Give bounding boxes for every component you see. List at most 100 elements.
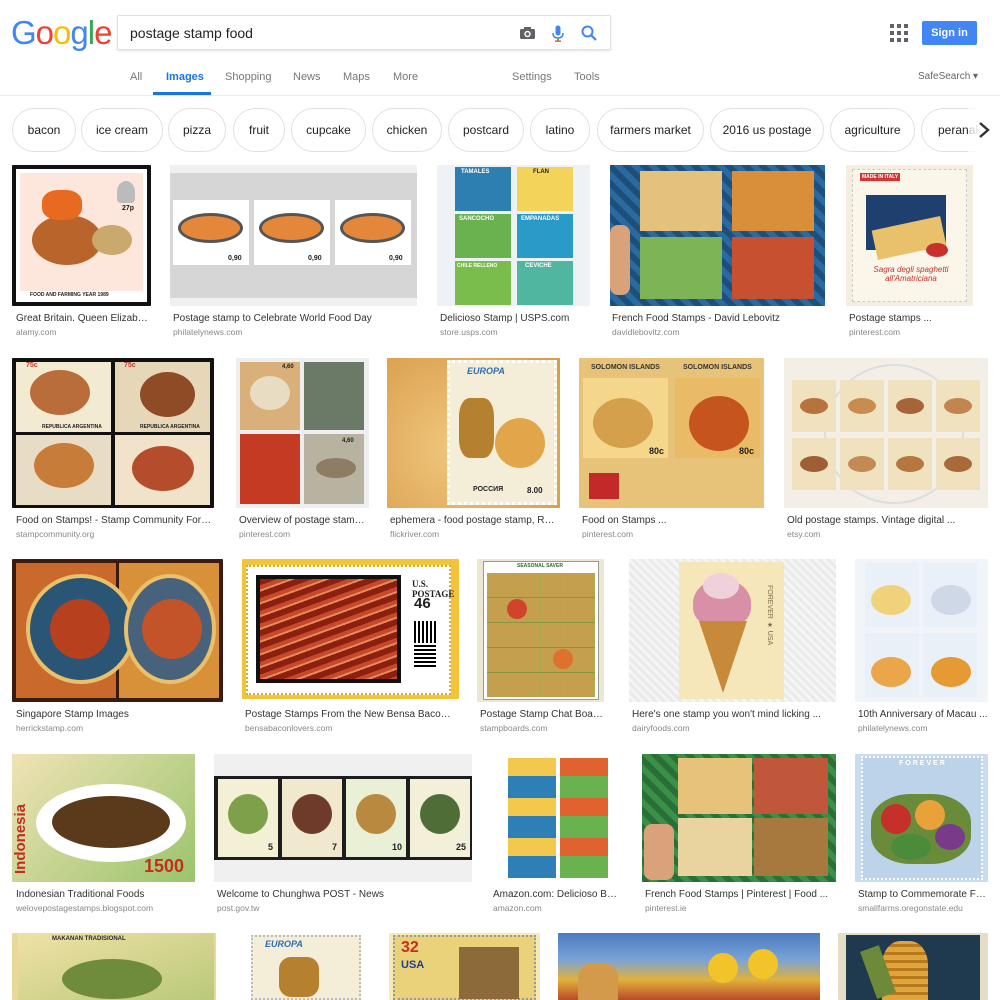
microphone-icon[interactable] bbox=[547, 22, 569, 44]
search-icon[interactable] bbox=[578, 22, 600, 44]
stamp-caption: FOOD AND FARMING YEAR 1989 bbox=[30, 292, 109, 298]
stamp-caption: EMPANADAS bbox=[521, 216, 560, 222]
chip-postcard[interactable]: postcard bbox=[448, 108, 524, 152]
stamp-caption: CHILE RELLENO bbox=[457, 263, 498, 269]
image-result[interactable]: Old postage stamps. Vintage digital ... … bbox=[784, 358, 988, 542]
tab-shopping[interactable]: Shopping bbox=[225, 71, 272, 83]
result-title[interactable]: Delicioso Stamp | USPS.com bbox=[440, 313, 590, 324]
tab-news[interactable]: News bbox=[293, 71, 321, 83]
search-box bbox=[117, 15, 611, 50]
image-result[interactable]: Amazon.com: Delicioso Bo... amazon.com bbox=[490, 754, 623, 916]
image-result[interactable]: 32 USA bbox=[389, 933, 541, 1000]
google-logo[interactable]: Google bbox=[11, 14, 112, 52]
result-title[interactable]: 10th Anniversary of Macau ... bbox=[858, 709, 988, 720]
stamp-caption: Sagra degli spaghetti all'Amatriciana bbox=[873, 265, 949, 283]
chip-bacon[interactable]: bacon bbox=[12, 108, 76, 152]
result-title[interactable]: Here's one stamp you won't mind licking … bbox=[632, 709, 832, 720]
result-thumbnail: U.S. POSTAGE 46 bbox=[242, 559, 459, 699]
result-source: etsy.com bbox=[787, 529, 821, 539]
image-result[interactable]: French Food Stamps | Pinterest | Food ..… bbox=[642, 754, 837, 916]
tab-maps[interactable]: Maps bbox=[343, 71, 370, 83]
image-result[interactable]: EUROPA bbox=[239, 933, 372, 1000]
chip-cupcake[interactable]: cupcake bbox=[291, 108, 366, 152]
result-source: welovepostagestamps.blogspot.com bbox=[16, 903, 154, 913]
tab-images[interactable]: Images bbox=[166, 71, 204, 83]
chip-agriculture[interactable]: agriculture bbox=[830, 108, 915, 152]
image-result[interactable]: Singapore Stamp Images herrickstamp.com bbox=[12, 559, 224, 737]
chip-2016-us-postage[interactable]: 2016 us postage bbox=[710, 108, 824, 152]
stamp-value: 0,90 bbox=[389, 255, 403, 262]
tab-more[interactable]: More bbox=[393, 71, 418, 83]
settings-link[interactable]: Settings bbox=[512, 71, 552, 83]
image-result[interactable]: MADE IN ITALY Sagra degli spaghetti all'… bbox=[846, 165, 973, 340]
result-title[interactable]: Overview of postage stamp... bbox=[239, 515, 367, 526]
image-result[interactable]: Indonesia 1500 Indonesian Traditional Fo… bbox=[12, 754, 196, 916]
result-title[interactable]: French Food Stamps | Pinterest | Food ..… bbox=[645, 889, 833, 900]
search-input[interactable] bbox=[130, 16, 500, 49]
stamp-caption: MAKANAN TRADISIONAL bbox=[52, 936, 126, 942]
result-title[interactable]: Postage Stamp Chat Board ... bbox=[480, 709, 604, 720]
image-result[interactable]: MAKANAN TRADISIONAL bbox=[12, 933, 217, 1000]
result-thumbnail bbox=[855, 559, 988, 702]
result-title[interactable]: Food on Stamps ... bbox=[582, 515, 762, 526]
image-result[interactable]: 4,60 4,60 Overview of postage stamp... p… bbox=[236, 358, 369, 542]
image-result[interactable]: 0,90 0,90 0,90 Postage stamp to Celebrat… bbox=[170, 165, 418, 340]
image-result[interactable]: SEASONAL SAVER Postage Stamp Chat Board … bbox=[477, 559, 605, 737]
result-title[interactable]: Postage Stamps From the New Bensa Bacon … bbox=[245, 709, 455, 720]
related-searches-bar: bacon ice cream pizza fruit cupcake chic… bbox=[0, 96, 1000, 164]
stamp-value: 80c bbox=[739, 446, 755, 456]
result-thumbnail bbox=[610, 165, 825, 306]
result-title[interactable]: Food on Stamps! - Stamp Community Forum.… bbox=[16, 515, 216, 526]
stamp-value: 7 bbox=[332, 842, 338, 852]
image-result[interactable]: SOLOMON ISLANDS SOLOMON ISLANDS 80c 80c … bbox=[579, 358, 765, 542]
stamp-caption: FLAN bbox=[533, 169, 549, 175]
image-result[interactable]: EUROPA РОССИЯ 8.00 ephemera - food posta… bbox=[387, 358, 561, 542]
image-result[interactable]: 75c 75c REPUBLICA ARGENTINA REPUBLICA AR… bbox=[12, 358, 216, 542]
sign-in-button[interactable]: Sign in bbox=[922, 21, 977, 45]
result-title[interactable]: Postage stamp to Celebrate World Food Da… bbox=[173, 313, 413, 324]
result-title[interactable]: Old postage stamps. Vintage digital ... bbox=[787, 515, 985, 526]
image-result[interactable]: FOOD AND FARMING YEAR 1989 27p Great Bri… bbox=[12, 165, 152, 340]
image-result[interactable]: FOREVER ★ USA Here's one stamp you won't… bbox=[629, 559, 837, 737]
image-result[interactable]: TAMALES FLAN SANCOCHO EMPANADAS CHILE RE… bbox=[437, 165, 590, 340]
result-source: pinterest.com bbox=[582, 529, 634, 539]
result-thumbnail bbox=[490, 754, 623, 882]
apps-grid-icon[interactable] bbox=[890, 24, 908, 42]
tab-all[interactable]: All bbox=[130, 71, 142, 83]
result-source: herrickstamp.com bbox=[16, 723, 84, 733]
chip-pizza[interactable]: pizza bbox=[168, 108, 226, 152]
stamp-value: 75c bbox=[26, 362, 38, 369]
result-source: pinterest.com bbox=[239, 529, 291, 539]
chip-fruit[interactable]: fruit bbox=[233, 108, 285, 152]
chip-chicken[interactable]: chicken bbox=[372, 108, 442, 152]
image-result[interactable]: 10th Anniversary of Macau ... philatelyn… bbox=[855, 559, 988, 737]
result-title[interactable]: Amazon.com: Delicioso Bo... bbox=[493, 889, 619, 900]
result-title[interactable]: French Food Stamps - David Lebovitz bbox=[612, 313, 822, 324]
result-title[interactable]: ephemera - food postage stamp, Rus... bbox=[390, 515, 558, 526]
result-source: pinterest.com bbox=[849, 327, 901, 337]
tools-link[interactable]: Tools bbox=[574, 71, 600, 83]
image-result[interactable] bbox=[838, 933, 988, 1000]
chip-farmers-market[interactable]: farmers market bbox=[597, 108, 704, 152]
result-title[interactable]: Welcome to Chunghwa POST - News bbox=[217, 889, 467, 900]
result-title[interactable]: Singapore Stamp Images bbox=[16, 709, 221, 720]
chip-latino[interactable]: latino bbox=[530, 108, 590, 152]
chevron-right-icon[interactable] bbox=[968, 108, 1000, 152]
result-title[interactable]: Stamp to Commemorate Fa... bbox=[858, 889, 988, 900]
safesearch-dropdown[interactable]: SafeSearch ▾ bbox=[918, 71, 978, 82]
result-thumbnail: TAMALES FLAN SANCOCHO EMPANADAS CHILE RE… bbox=[437, 165, 590, 306]
camera-icon[interactable] bbox=[516, 22, 538, 44]
image-result[interactable]: U.S. POSTAGE 46 Postage Stamps From the … bbox=[242, 559, 459, 737]
logo-letter: G bbox=[11, 14, 37, 51]
result-title[interactable]: Great Britain. Queen Elizabet... bbox=[16, 313, 151, 324]
chip-ice-cream[interactable]: ice cream bbox=[81, 108, 163, 152]
stamp-caption: USA bbox=[401, 959, 425, 971]
result-title[interactable]: Postage stamps ... bbox=[849, 313, 973, 324]
image-result[interactable]: FOREVER Stamp to Commemorate Fa... small… bbox=[855, 754, 988, 916]
stamp-caption: EUROPA bbox=[265, 939, 303, 949]
result-title[interactable]: Indonesian Traditional Foods bbox=[16, 889, 196, 900]
stamp-caption: SOLOMON ISLANDS bbox=[591, 364, 660, 371]
image-result[interactable]: French Food Stamps - David Lebovitz davi… bbox=[610, 165, 826, 340]
image-result[interactable]: 5 7 10 25 Welcome to Chunghwa POST - New… bbox=[214, 754, 472, 916]
image-result[interactable] bbox=[558, 933, 820, 1000]
